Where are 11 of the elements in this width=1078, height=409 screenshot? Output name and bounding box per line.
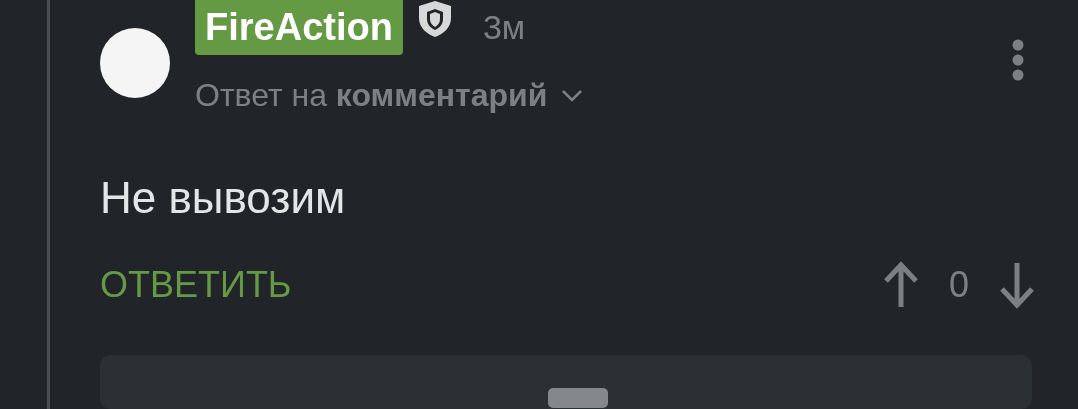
reply-button[interactable]: ОТВЕТИТЬ — [100, 264, 292, 307]
comment-time: 3м — [482, 8, 526, 47]
downvote-icon[interactable] — [999, 261, 1035, 310]
vote-score: 0 — [948, 264, 969, 307]
author-name[interactable]: FireAction — [195, 0, 403, 55]
handle-icon — [548, 388, 608, 409]
reply-to-text[interactable]: Ответ на комментарий — [195, 77, 548, 114]
chevron-down-icon[interactable] — [561, 88, 584, 103]
more-options-icon[interactable] — [1011, 38, 1025, 82]
upvote-icon[interactable] — [882, 261, 919, 310]
comment-text: Не вывозим — [100, 172, 347, 225]
